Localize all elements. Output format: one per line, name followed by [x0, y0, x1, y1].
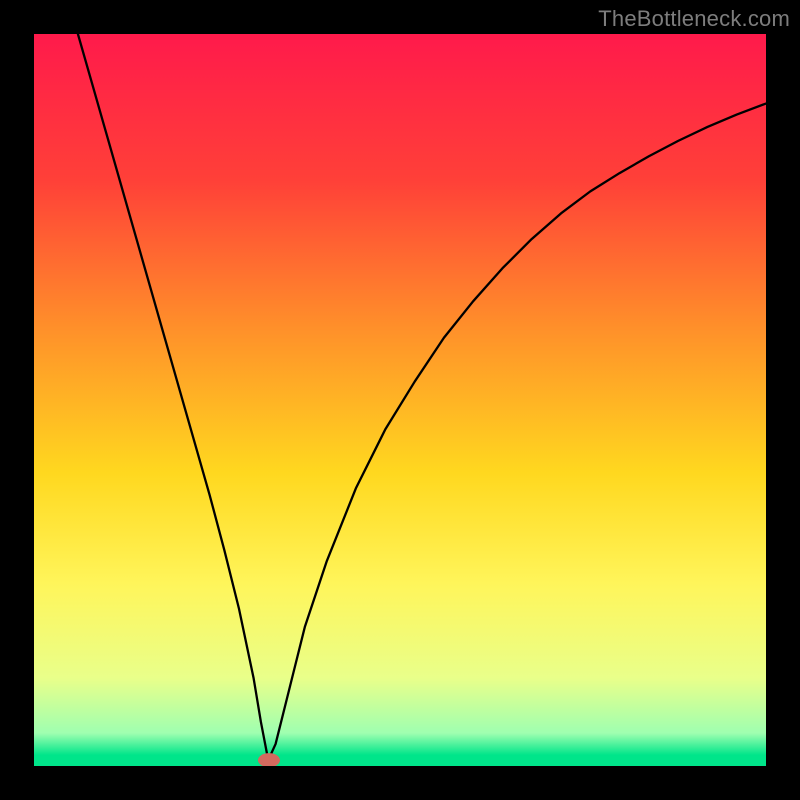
chart-svg [34, 34, 766, 766]
plot-area [34, 34, 766, 766]
outer-frame: TheBottleneck.com [0, 0, 800, 800]
watermark-text: TheBottleneck.com [598, 6, 790, 32]
gradient-background [34, 34, 766, 766]
